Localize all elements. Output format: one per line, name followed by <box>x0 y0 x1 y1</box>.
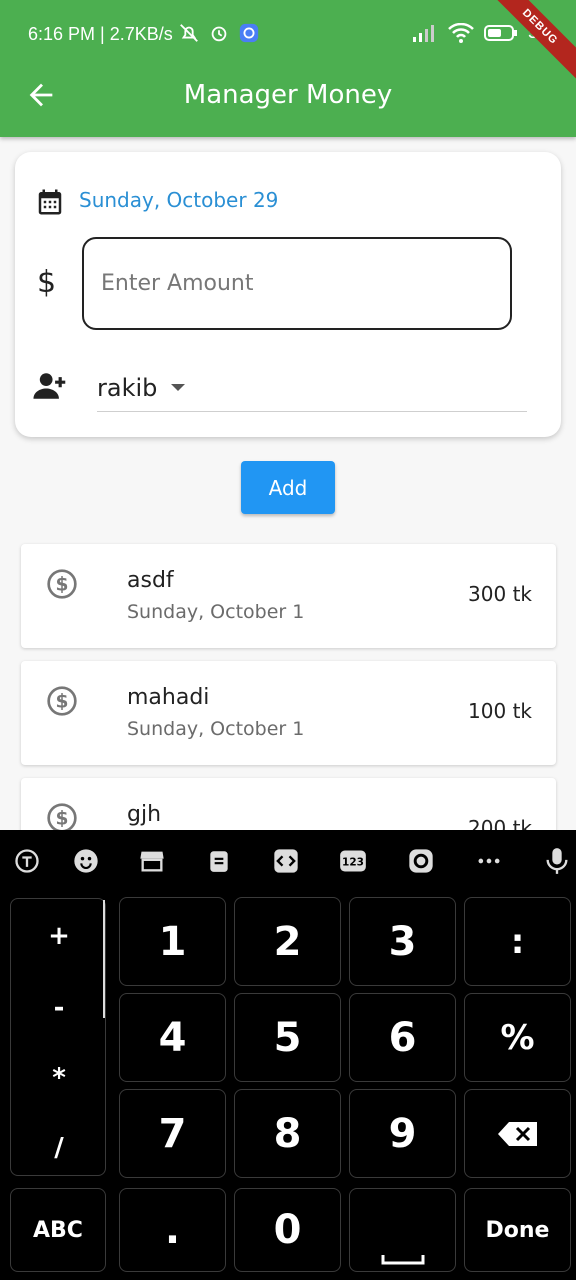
transaction-amount: 300 tk <box>468 582 532 606</box>
op-divide: / <box>54 1133 64 1163</box>
key-3[interactable]: 3 <box>349 897 456 986</box>
top-bar: 6:16 PM | 2.7KB/s 51 DEBUG Manager Money <box>0 0 576 137</box>
transaction-date: Sunday, October 1 <box>127 601 305 623</box>
operators-scroll-indicator <box>103 900 105 1018</box>
person-add-icon <box>33 373 66 399</box>
op-multiply: * <box>52 1063 66 1093</box>
numeric-keyboard: 123 + - * / 1 2 3 : 4 5 6 % 7 8 9 ABC . … <box>0 830 576 1280</box>
transaction-item[interactable]: $ asdf Sunday, October 1 300 tk <box>21 544 556 648</box>
keyboard-toolbar: 123 <box>0 830 576 892</box>
svg-text:123: 123 <box>342 857 364 869</box>
key-6[interactable]: 6 <box>349 993 456 1082</box>
wifi-icon <box>448 22 474 43</box>
person-dropdown-value: rakib <box>97 374 158 402</box>
done-key[interactable]: Done <box>464 1188 571 1272</box>
key-percent[interactable]: % <box>464 993 571 1082</box>
key-0[interactable]: 0 <box>234 1188 341 1272</box>
key-8[interactable]: 8 <box>234 1089 341 1178</box>
transaction-name: asdf <box>127 568 174 593</box>
calendar-icon[interactable] <box>35 186 65 218</box>
op-plus: + <box>48 921 70 951</box>
dollar-coin-icon: $ <box>47 569 77 599</box>
mute-bell-icon <box>180 24 198 42</box>
emoji-icon[interactable] <box>69 844 103 878</box>
key-dot[interactable]: . <box>119 1188 226 1272</box>
clipboard-icon[interactable] <box>202 844 236 878</box>
svg-text:$: $ <box>56 809 69 830</box>
code-icon[interactable] <box>269 844 303 878</box>
signal-icon <box>413 24 434 42</box>
transaction-name: mahadi <box>127 685 210 710</box>
status-icons-left <box>178 22 260 44</box>
battery-icon <box>484 24 517 41</box>
key-2[interactable]: 2 <box>234 897 341 986</box>
dollar-coin-icon: $ <box>47 686 77 716</box>
backspace-key[interactable] <box>464 1089 571 1178</box>
more-icon[interactable] <box>472 844 506 878</box>
space-key[interactable] <box>349 1188 456 1272</box>
mic-icon[interactable] <box>540 844 574 878</box>
translate-icon[interactable] <box>10 844 44 878</box>
key-1[interactable]: 1 <box>119 897 226 986</box>
amount-input[interactable] <box>82 237 512 330</box>
key-9[interactable]: 9 <box>349 1089 456 1178</box>
operators-key[interactable]: + - * / <box>10 898 106 1176</box>
gif-icon[interactable] <box>404 844 438 878</box>
svg-text:$: $ <box>56 575 69 596</box>
svg-text:$: $ <box>56 692 69 713</box>
store-icon[interactable] <box>135 844 169 878</box>
person-dropdown[interactable]: rakib <box>97 364 527 412</box>
page-title: Manager Money <box>183 80 393 110</box>
numbers-icon[interactable]: 123 <box>336 844 370 878</box>
key-7[interactable]: 7 <box>119 1089 226 1178</box>
alarm-icon <box>211 26 227 42</box>
transaction-date: Sunday, October 1 <box>127 718 305 740</box>
transaction-item[interactable]: $ mahadi Sunday, October 1 100 tk <box>21 661 556 765</box>
app-bar: Manager Money <box>0 56 576 137</box>
add-button[interactable]: Add <box>241 461 335 514</box>
key-5[interactable]: 5 <box>234 993 341 1082</box>
transaction-name: gjh <box>127 802 162 827</box>
op-minus: - <box>53 993 65 1023</box>
abc-key[interactable]: ABC <box>10 1188 106 1272</box>
transaction-amount: 100 tk <box>468 699 532 723</box>
entry-form-card: Sunday, October 29 $ rakib <box>15 152 561 437</box>
space-icon <box>381 1255 424 1265</box>
date-picker-text[interactable]: Sunday, October 29 <box>79 188 278 212</box>
backspace-icon <box>497 1121 537 1146</box>
key-colon[interactable]: : <box>464 897 571 986</box>
app-notification-icon <box>239 23 259 43</box>
status-bar: 6:16 PM | 2.7KB/s 51 DEBUG <box>0 0 576 85</box>
dropdown-arrow-icon <box>171 384 185 391</box>
dollar-icon: $ <box>37 265 57 300</box>
status-time: 6:16 PM | 2.7KB/s <box>28 24 173 44</box>
key-4[interactable]: 4 <box>119 993 226 1082</box>
